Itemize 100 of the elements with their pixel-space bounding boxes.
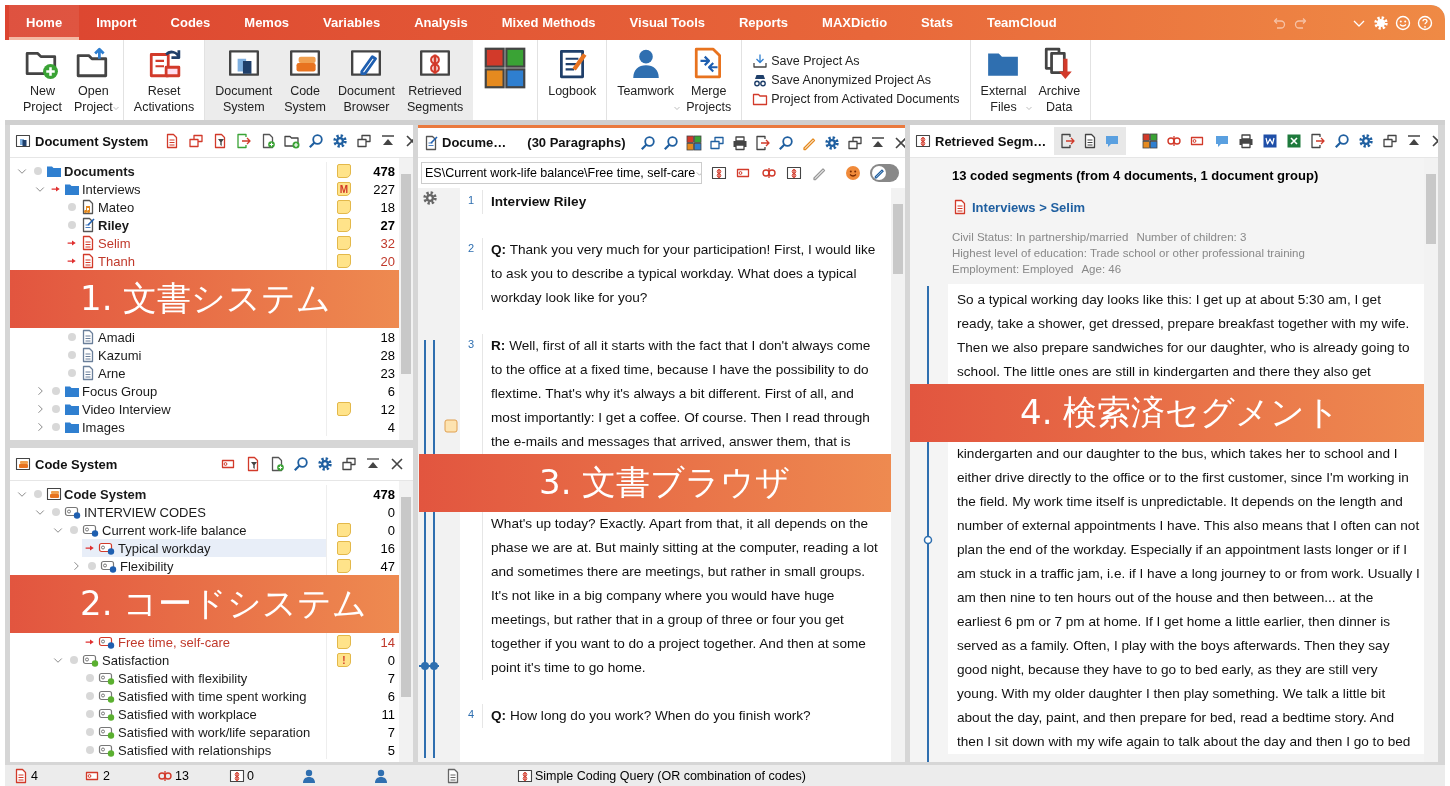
- chat-icon[interactable]: [1214, 133, 1231, 149]
- tree-label[interactable]: Flexibility: [120, 558, 326, 574]
- memo-marker[interactable]: [337, 236, 351, 250]
- search-icon[interactable]: [662, 134, 679, 151]
- ribbon-button[interactable]: Code System: [278, 42, 332, 118]
- ribbon-button[interactable]: Project from Activated Documents: [752, 91, 960, 107]
- tree-label[interactable]: Typical workday: [118, 540, 326, 556]
- text-document-icon[interactable]: [1262, 133, 1279, 149]
- menu-tab[interactable]: Visual Tools: [612, 5, 722, 40]
- search-icon[interactable]: [293, 456, 309, 472]
- layout-grid-icon[interactable]: [685, 134, 702, 151]
- ribbon-button[interactable]: Save Project As: [752, 53, 960, 69]
- memo-marker[interactable]: !: [337, 653, 351, 667]
- ribbon-button[interactable]: Reset Activations: [127, 42, 201, 118]
- menu-tab[interactable]: Memos: [227, 5, 307, 40]
- ribbon-button[interactable]: Retrieved Segments: [400, 42, 470, 118]
- memo-marker[interactable]: [337, 200, 351, 214]
- settings-icon[interactable]: [1358, 133, 1375, 149]
- new-folder-icon[interactable]: [284, 133, 301, 149]
- settings-icon[interactable]: [332, 133, 349, 149]
- ribbon-button[interactable]: Merge Projects: [680, 42, 738, 118]
- filter-icon[interactable]: [245, 456, 261, 472]
- printer-icon[interactable]: [731, 134, 748, 151]
- edit-mode-toggle[interactable]: [869, 164, 899, 182]
- segment-window-icon[interactable]: [710, 165, 727, 181]
- tree-label[interactable]: Arne: [98, 365, 326, 381]
- memo-marker[interactable]: M: [337, 182, 351, 196]
- tree-label[interactable]: Satisfied with workplace: [118, 706, 326, 722]
- window-icon[interactable]: [846, 134, 863, 151]
- export-icon[interactable]: [754, 134, 771, 151]
- smiley-icon[interactable]: [844, 165, 861, 181]
- scrollbar[interactable]: [399, 481, 413, 762]
- code-group-icon[interactable]: [1166, 133, 1183, 149]
- add-icon[interactable]: [269, 456, 285, 472]
- code-dropdown[interactable]: ES\Current work-life balance\Free time, self-care: [421, 162, 702, 184]
- ribbon-button[interactable]: Document System: [209, 42, 279, 118]
- spreadsheet-icon[interactable]: [1286, 133, 1303, 149]
- menu-tab[interactable]: Import: [79, 5, 154, 40]
- window-icon[interactable]: [1382, 133, 1399, 149]
- activation-arrow-icon[interactable]: [85, 543, 95, 553]
- activation-arrow-icon[interactable]: [85, 637, 95, 647]
- window-icon[interactable]: [188, 133, 205, 149]
- window-icon[interactable]: [708, 134, 725, 151]
- settings-icon[interactable]: [317, 456, 333, 472]
- memo-marker[interactable]: [337, 164, 351, 178]
- selected-row-highlight[interactable]: Typical workday: [82, 539, 326, 557]
- settings-icon[interactable]: [823, 134, 840, 151]
- tree-label[interactable]: Current work-life balance: [102, 522, 326, 538]
- memo-marker[interactable]: [337, 254, 351, 268]
- memo-marker[interactable]: [337, 402, 351, 416]
- tree-label[interactable]: Amadi: [98, 329, 326, 345]
- tree-label[interactable]: Video Interview: [82, 401, 326, 417]
- search-icon[interactable]: [308, 133, 325, 149]
- segment-window-icon[interactable]: [785, 165, 802, 181]
- ribbon-button[interactable]: External Files: [974, 42, 1033, 118]
- add-icon[interactable]: [260, 133, 277, 149]
- tree-label[interactable]: Satisfied with work/life separation: [118, 724, 326, 740]
- tree-label[interactable]: Images: [82, 419, 326, 435]
- tree-label[interactable]: Focus Group: [82, 383, 326, 399]
- ribbon-button[interactable]: Save Anonymized Project As: [752, 72, 960, 88]
- memo-marker[interactable]: [337, 523, 351, 537]
- person-icon[interactable]: [373, 767, 389, 784]
- menu-tab[interactable]: Home: [9, 5, 80, 40]
- activation-arrow-icon[interactable]: [67, 238, 77, 248]
- memo-marker[interactable]: [337, 635, 351, 649]
- tree-label[interactable]: INTERVIEW CODES: [84, 504, 326, 520]
- search-icon[interactable]: [639, 134, 656, 151]
- tree-label[interactable]: Riley: [98, 217, 326, 233]
- document-icon[interactable]: [13, 767, 29, 784]
- tree-label[interactable]: Thanh: [98, 253, 326, 269]
- close-icon[interactable]: [389, 456, 405, 472]
- segment-window-icon[interactable]: [229, 767, 245, 784]
- segment-window-icon[interactable]: [517, 767, 533, 784]
- menu-tab[interactable]: Mixed Methods: [484, 5, 613, 40]
- export-icon[interactable]: [1310, 133, 1327, 149]
- ribbon-button[interactable]: Logbook: [542, 42, 603, 118]
- help-icon[interactable]: [1417, 14, 1433, 31]
- tree-label[interactable]: Kazumi: [98, 347, 326, 363]
- tree-label[interactable]: Satisfied with flexibility: [118, 670, 326, 686]
- tree-label[interactable]: Selim: [98, 235, 326, 251]
- export-icon[interactable]: [236, 133, 253, 149]
- close-icon[interactable]: [892, 134, 905, 151]
- printer-icon[interactable]: [1238, 133, 1255, 149]
- export-icon[interactable]: [1060, 133, 1077, 149]
- tree-label[interactable]: Satisfied with time spent working: [118, 688, 326, 704]
- ribbon-button[interactable]: Teamwork: [611, 42, 681, 118]
- ribbon-button[interactable]: Archive Data: [1032, 42, 1087, 118]
- person-icon[interactable]: [301, 767, 317, 784]
- activation-arrow-icon[interactable]: [67, 256, 77, 266]
- window-icon[interactable]: [356, 133, 373, 149]
- tree-label[interactable]: Mateo: [98, 199, 326, 215]
- ribbon-button[interactable]: Open Project: [67, 42, 119, 118]
- memo-marker[interactable]: [337, 218, 351, 232]
- tree-label[interactable]: Documents: [64, 163, 326, 179]
- window-icon[interactable]: [341, 456, 357, 472]
- tree-label[interactable]: Satisfied with relationships: [118, 742, 326, 758]
- menu-tab[interactable]: Analysis: [397, 5, 485, 40]
- memo-marker[interactable]: [337, 541, 351, 555]
- source-link[interactable]: Interviews > Selim: [972, 199, 1086, 215]
- ribbon-button[interactable]: New Project: [17, 42, 68, 118]
